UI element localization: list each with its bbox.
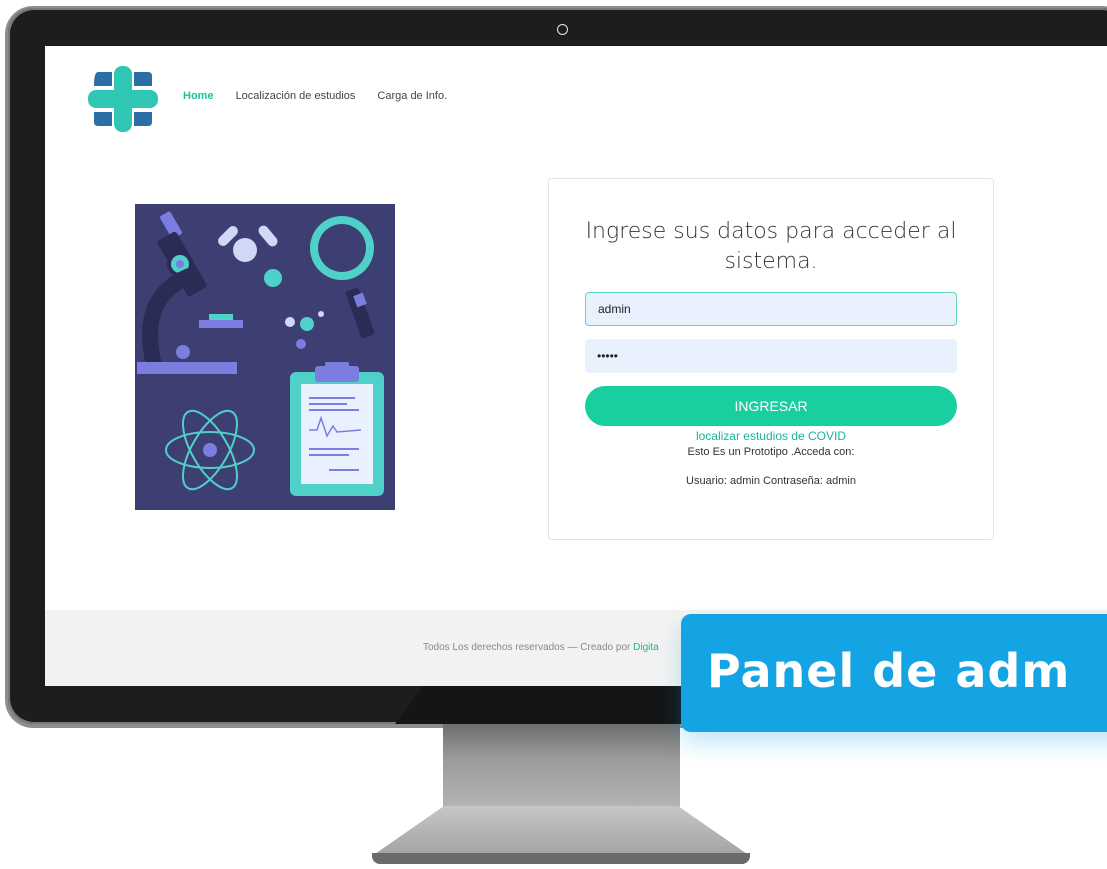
login-title: Ingrese sus datos para acceder al sistem… [585, 219, 957, 274]
username-input[interactable]: admin [585, 292, 957, 326]
promo-banner: Panel de adm [681, 614, 1107, 732]
footer-copyright: Todos Los derechos reservados — Creado p… [423, 642, 634, 653]
science-illustration [135, 204, 395, 510]
banner-title: Panel de adm [707, 644, 1071, 698]
main-nav: Home Localización de estudios Carga de I… [183, 90, 469, 102]
nav-home[interactable]: Home [183, 90, 214, 102]
monitor-stand-neck [443, 724, 680, 809]
credentials-note: Usuario: admin Contraseña: admin [686, 475, 856, 487]
footer-text: Todos Los derechos reservados — Creado p… [423, 642, 659, 653]
monitor-stand-base [372, 853, 750, 864]
login-button[interactable]: INGRESAR [585, 386, 957, 426]
nav-localizacion[interactable]: Localización de estudios [236, 90, 356, 102]
login-card: Ingrese sus datos para acceder al sistem… [548, 178, 994, 540]
password-input[interactable]: ••••• [585, 339, 957, 373]
browser-screen: Home Localización de estudios Carga de I… [45, 46, 1107, 686]
prototype-note: Esto Es un Prototipo .Acceda con: [687, 446, 855, 458]
camera-icon [557, 24, 568, 35]
footer-link[interactable]: Digita [633, 642, 659, 653]
medical-cross-logo[interactable] [88, 66, 158, 132]
covid-studies-link[interactable]: localizar estudios de COVID [549, 429, 993, 443]
nav-carga-info[interactable]: Carga de Info. [377, 90, 447, 102]
